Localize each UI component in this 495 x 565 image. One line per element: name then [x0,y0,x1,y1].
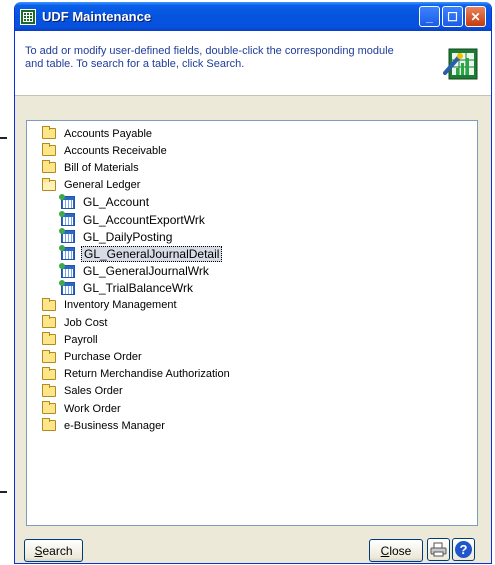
tree-node-payroll[interactable]: Payroll [27,331,477,348]
table-icon [59,228,75,244]
tree-node-gl-generaljournalwrk[interactable]: GL_GeneralJournalWrk [27,262,477,280]
tree-node-general-ledger[interactable]: General Ledger [27,177,477,194]
tree-node-label: Accounts Payable [64,127,153,140]
title-bar[interactable]: UDF Maintenance _ ☐ ✕ [15,2,491,31]
folder-icon [42,297,56,311]
tree-node-bill-of-materials[interactable]: Bill of Materials [27,159,477,176]
tree-node-label: GL_Account [83,195,150,210]
search-button[interactable]: Search [24,539,83,562]
tree-node-work-order[interactable]: Work Order [27,400,477,417]
table-icon [59,262,75,278]
folder-icon [42,143,56,157]
tree-node-inventory-management[interactable]: Inventory Management [27,297,477,314]
tree-node-gl-dailyposting[interactable]: GL_DailyPosting [27,228,477,245]
tree-node-label: Return Merchandise Authorization [64,368,230,381]
tree-node-label: Job Cost [64,316,108,329]
tree-node-gl-trialbalancewrk[interactable]: GL_TrialBalanceWrk [27,279,477,297]
module-table-tree[interactable]: Accounts Payable Accounts Receivable Bil… [26,120,478,526]
open-folder-icon [42,177,56,191]
folder-icon [42,315,56,329]
search-button-mnemonic: S [34,543,43,558]
tree-node-accounts-payable[interactable]: Accounts Payable [27,125,477,142]
tree-node-label: GL_GeneralJournalWrk [83,264,209,279]
udf-maintenance-window: UDF Maintenance _ ☐ ✕ To add or modify u… [14,2,492,564]
folder-icon [42,401,56,415]
gutter-mark-top [0,137,7,139]
tree-node-label: Payroll [64,333,98,346]
close-button-mnemonic: C [380,543,390,558]
tree-node-label: Work Order [64,402,121,415]
tree-node-purchase-order[interactable]: Purchase Order [27,348,477,365]
tree-node-label: Bill of Materials [64,161,139,174]
tree-node-label: General Ledger [64,179,141,192]
close-window-button[interactable]: ✕ [465,6,486,27]
udf-wizard-icon [443,48,478,80]
printer-icon [430,542,447,557]
folder-icon [42,126,56,140]
folder-icon [42,332,56,346]
help-button[interactable]: ? [452,538,475,561]
tree-node-return-merchandise-authorization[interactable]: Return Merchandise Authorization [27,366,477,383]
window-title: UDF Maintenance [42,9,152,24]
search-button-label: earch [42,543,73,558]
app-icon[interactable] [20,8,36,25]
tree-node-gl-generaljournaldetail[interactable]: GL_GeneralJournalDetail [27,245,477,262]
help-icon: ? [455,541,472,558]
table-icon [59,193,75,209]
folder-icon [42,418,56,432]
instruction-header: To add or modify user-defined fields, do… [15,31,491,96]
table-icon [59,245,75,261]
folder-icon [42,366,56,380]
tree-node-label: Accounts Receivable [64,144,167,157]
tree-node-label: e-Business Manager [64,419,165,432]
tree-node-accounts-receivable[interactable]: Accounts Receivable [27,142,477,159]
tree-node-gl-account[interactable]: GL_Account [27,193,477,211]
tree-node-label: Purchase Order [64,351,142,364]
tree-node-label: GL_AccountExportWrk [83,212,205,227]
minimize-button[interactable]: _ [419,6,440,27]
close-button-label: lose [389,543,412,558]
tree-node-label: Inventory Management [64,299,177,312]
tree-node-label: Sales Order [64,385,123,398]
maximize-button[interactable]: ☐ [442,6,463,27]
close-button[interactable]: Close [369,539,423,562]
tree-node-gl-accountexportwrk[interactable]: GL_AccountExportWrk [27,211,477,228]
instruction-text: To add or modify user-defined fields, do… [25,45,394,70]
table-icon [59,211,75,227]
tree-node-label: GL_DailyPosting [83,229,173,244]
tree-node-e-business-manager[interactable]: e-Business Manager [27,417,477,434]
tree-node-label: GL_TrialBalanceWrk [83,281,194,296]
table-icon [59,279,75,295]
tree-node-label: GL_GeneralJournalDetail [81,245,223,262]
print-button[interactable] [427,538,450,561]
folder-icon [42,349,56,363]
tree-node-sales-order[interactable]: Sales Order [27,383,477,400]
gutter-mark-bottom [0,491,7,493]
folder-icon [42,383,56,397]
folder-icon [42,160,56,174]
tree-node-job-cost[interactable]: Job Cost [27,314,477,331]
